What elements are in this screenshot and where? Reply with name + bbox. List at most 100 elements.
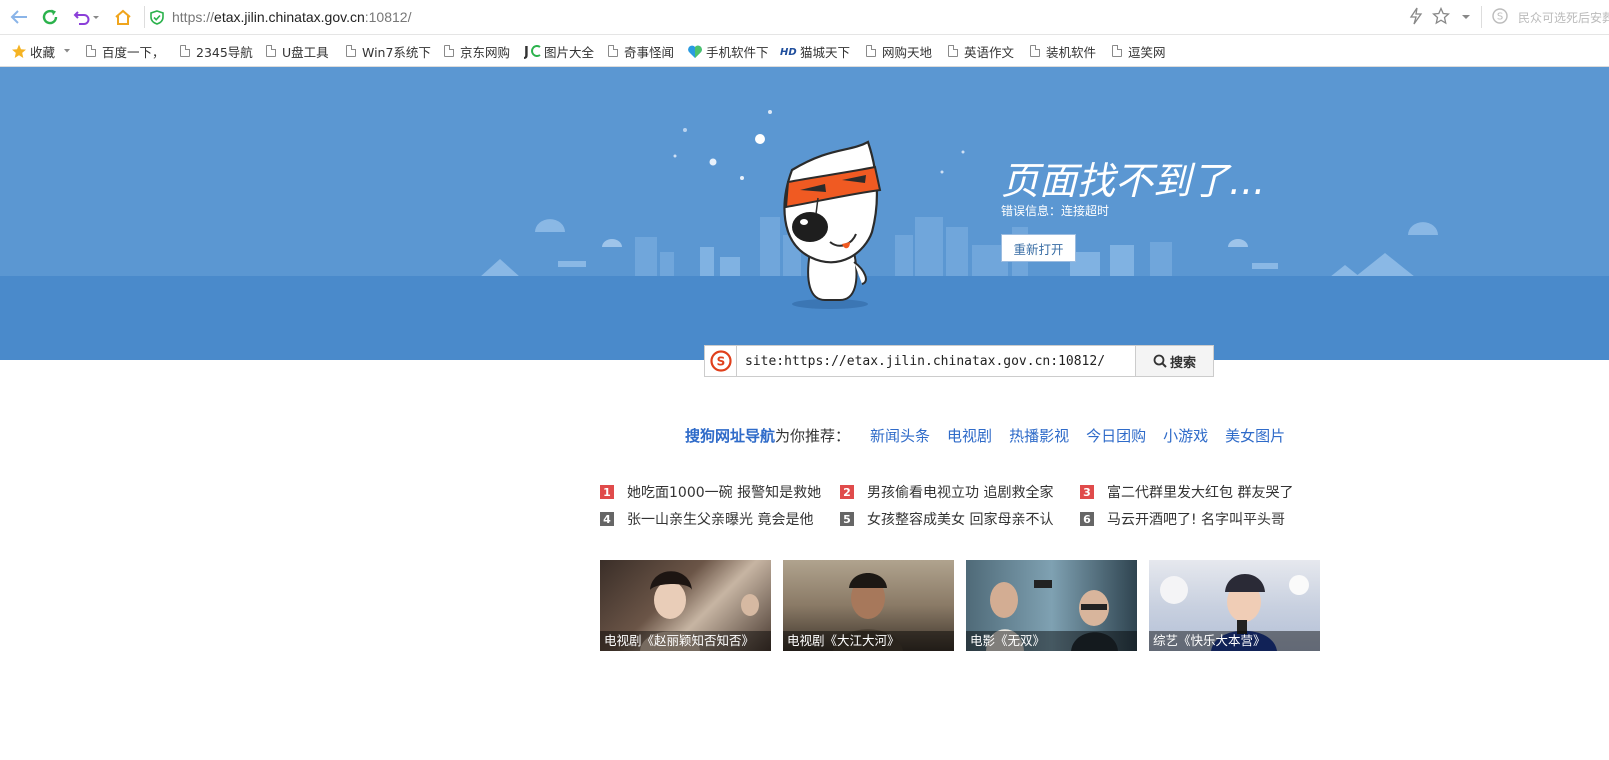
link-news[interactable]: 新闻头条 — [870, 425, 930, 446]
thumbnail-caption: 电视剧《大江大河》 — [783, 631, 954, 651]
bookmark-english[interactable]: 英语作文 — [948, 42, 1014, 60]
star-bookmark-icon[interactable] — [1431, 6, 1451, 29]
bookmark-label: 2345导航 — [196, 44, 253, 60]
hd-logo-icon: HD — [780, 47, 797, 57]
bookmark-label: 手机软件下 — [706, 44, 769, 60]
link-pictures[interactable]: 美女图片 — [1225, 425, 1285, 446]
bookmark-label: 逗笑网 — [1128, 44, 1166, 60]
url-scheme: https:// — [172, 9, 215, 25]
bookmark-label: 网购天地 — [882, 44, 933, 60]
page-icon — [346, 45, 356, 57]
undo-close-tab-icon[interactable] — [72, 7, 102, 27]
rank-badge: 2 — [840, 485, 854, 499]
news-item[interactable]: 4 张一山亲生父亲曝光 竟会是他 — [600, 510, 813, 528]
news-item[interactable]: 1 她吃面1000一碗 报警知是救她 — [600, 483, 821, 501]
search-icon — [1153, 354, 1167, 368]
bookmarks-bar: 收藏 百度一下， 2345导航 U盘工具 Win7系统下 京东网购 J 图片大全… — [0, 35, 1609, 67]
rank-badge: 6 — [1080, 512, 1094, 526]
recommend-bar: 搜狗网址导航 为你推荐： 新闻头条 电视剧 热播影视 今日团购 小游戏 美女图片 — [685, 424, 1302, 446]
back-arrow-icon[interactable] — [8, 7, 30, 27]
reopen-button[interactable]: 重新打开 — [1001, 234, 1076, 262]
thumbnail-card[interactable]: 综艺《快乐大本营》 — [1149, 560, 1320, 651]
page-icon — [866, 45, 876, 57]
search-input[interactable] — [736, 345, 1136, 377]
bookmark-qishi[interactable]: 奇事怪闻 — [608, 42, 674, 60]
dropdown-arrow-icon[interactable] — [1461, 7, 1471, 29]
thumbnail-caption: 电视剧《赵丽颖知否知否》 — [600, 631, 771, 651]
svg-text:J: J — [524, 45, 529, 59]
page-icon — [1030, 45, 1040, 57]
page-icon — [948, 45, 958, 57]
svg-text:S: S — [716, 355, 725, 369]
url-path: :10812/ — [364, 9, 412, 25]
news-title: 马云开酒吧了! 名字叫平头哥 — [1107, 512, 1286, 528]
chevron-down-icon — [64, 49, 71, 53]
heart-icon — [688, 45, 702, 58]
link-deals[interactable]: 今日团购 — [1086, 425, 1146, 446]
toolbar-divider — [1481, 6, 1482, 28]
sogou-search-icon[interactable]: S — [1492, 8, 1508, 28]
browser-toolbar: https://etax.jilin.chinatax.gov.cn:10812… — [0, 0, 1609, 35]
url-host: etax.jilin.chinatax.gov.cn — [214, 9, 365, 25]
bookmark-label: U盘工具 — [282, 44, 329, 60]
bookmark-label: 奇事怪闻 — [624, 44, 675, 60]
bookmark-fun[interactable]: 逗笑网 — [1112, 42, 1166, 60]
search-button[interactable]: 搜索 — [1136, 345, 1214, 377]
bookmark-label: 猫城天下 — [800, 44, 851, 60]
lightning-icon[interactable] — [1409, 7, 1423, 29]
link-games[interactable]: 小游戏 — [1163, 425, 1208, 446]
error-info: 错误信息：连接超时 — [1001, 204, 1110, 218]
favorites-menu[interactable]: 收藏 — [11, 42, 73, 60]
thumbnail-caption: 综艺《快乐大本营》 — [1149, 631, 1320, 651]
rank-badge: 1 — [600, 485, 614, 499]
page-icon — [608, 45, 618, 57]
bookmark-shopping[interactable]: 网购天地 — [866, 42, 932, 60]
bookmark-baidu[interactable]: 百度一下， — [86, 42, 165, 60]
error-title: 页面找不到了... — [1001, 159, 1266, 203]
news-item[interactable]: 3 富二代群里发大红包 群友哭了 — [1080, 483, 1293, 501]
link-tv[interactable]: 电视剧 — [947, 425, 992, 446]
recommend-label: 为你推荐： — [775, 426, 851, 445]
thumbnail-caption: 电影《无双》 — [966, 631, 1137, 651]
link-movies[interactable]: 热播影视 — [1009, 425, 1069, 446]
page-icon — [1112, 45, 1122, 57]
news-title: 女孩整容成美女 回家母亲不认 — [867, 512, 1054, 528]
jc-logo-icon: J — [524, 45, 541, 59]
favorites-label: 收藏 — [30, 44, 56, 60]
bookmark-label: 京东网购 — [460, 44, 511, 60]
sidebar-news-text[interactable]: 民众可选死后安葬 — [1518, 9, 1609, 26]
bookmark-2345[interactable]: 2345导航 — [180, 42, 253, 60]
thumbnail-card[interactable]: 电影《无双》 — [966, 560, 1137, 651]
news-title: 她吃面1000一碗 报警知是救她 — [627, 485, 822, 501]
search-button-label: 搜索 — [1169, 355, 1196, 371]
address-bar[interactable]: https://etax.jilin.chinatax.gov.cn:10812… — [144, 5, 1380, 29]
refresh-icon[interactable] — [39, 7, 61, 27]
rank-badge: 4 — [600, 512, 614, 526]
bookmark-software[interactable]: 装机软件 — [1030, 42, 1096, 60]
news-title: 富二代群里发大红包 群友哭了 — [1107, 485, 1294, 501]
rank-badge: 3 — [1080, 485, 1094, 499]
rank-badge: 5 — [840, 512, 854, 526]
search-bar: S 搜索 — [704, 345, 1215, 377]
thumbnail-card[interactable]: 电视剧《赵丽颖知否知否》 — [600, 560, 771, 651]
news-title: 男孩偷看电视立功 追剧救全家 — [867, 485, 1054, 501]
bookmark-jd[interactable]: 京东网购 — [444, 42, 510, 60]
bookmark-images[interactable]: J 图片大全 — [524, 42, 594, 60]
secure-shield-icon — [150, 9, 164, 25]
bookmark-upan[interactable]: U盘工具 — [266, 42, 329, 60]
news-item[interactable]: 6 马云开酒吧了! 名字叫平头哥 — [1080, 510, 1285, 528]
page-icon — [266, 45, 276, 57]
bookmark-label: 英语作文 — [964, 44, 1015, 60]
sogou-dog-mascot-icon — [783, 140, 882, 309]
bookmark-mobile[interactable]: 手机软件下 — [687, 42, 769, 60]
news-item[interactable]: 2 男孩偷看电视立功 追剧救全家 — [840, 483, 1053, 501]
bookmark-label: 百度一下， — [102, 44, 165, 60]
bookmark-maocheng[interactable]: HD 猫城天下 — [780, 42, 850, 60]
bookmark-label: 装机软件 — [1046, 44, 1097, 60]
sogou-nav-link[interactable]: 搜狗网址导航 — [685, 425, 775, 446]
home-icon[interactable] — [112, 7, 134, 27]
thumbnail-card[interactable]: 电视剧《大江大河》 — [783, 560, 954, 651]
bookmark-win7[interactable]: Win7系统下 — [346, 42, 431, 60]
page-icon — [444, 45, 454, 57]
news-item[interactable]: 5 女孩整容成美女 回家母亲不认 — [840, 510, 1053, 528]
